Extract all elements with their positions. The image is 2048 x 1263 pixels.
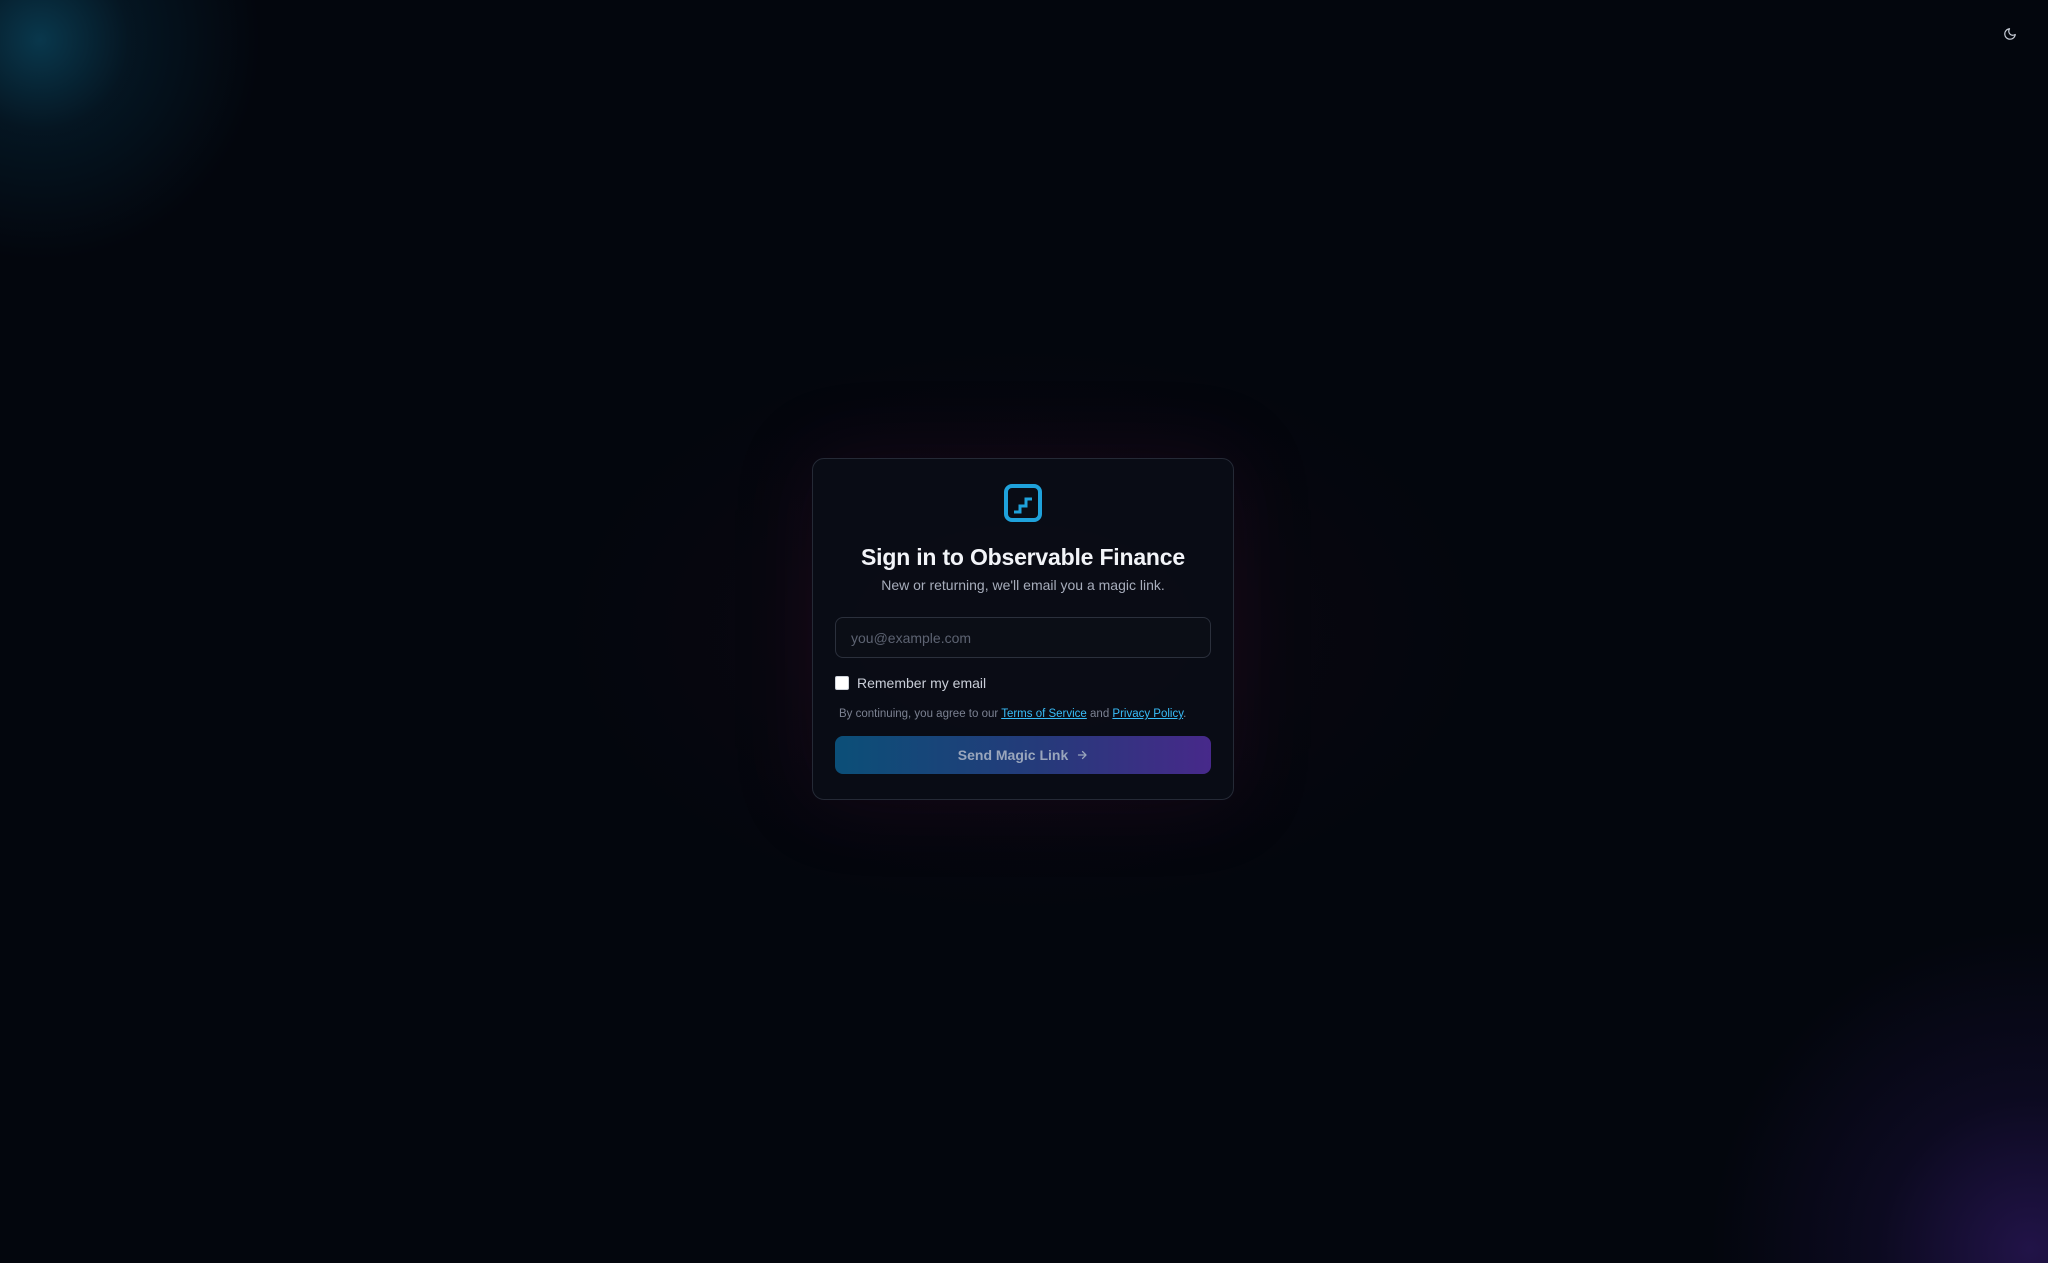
legal-notice: By continuing, you agree to our Terms of…: [835, 707, 1211, 722]
legal-suffix-text: .: [1183, 708, 1187, 720]
login-page: Sign in to Observable Finance New or ret…: [0, 0, 2048, 1263]
remember-email-label[interactable]: Remember my email: [857, 675, 986, 691]
send-magic-link-button[interactable]: Send Magic Link: [835, 736, 1211, 774]
send-magic-link-label: Send Magic Link: [957, 747, 1069, 763]
sign-in-card: Sign in to Observable Finance New or ret…: [812, 458, 1234, 800]
legal-prefix-text: By continuing, you agree to our: [839, 708, 1002, 720]
theme-toggle-button[interactable]: [1998, 22, 2022, 46]
email-input[interactable]: [835, 617, 1211, 658]
remember-email-row: Remember my email: [835, 675, 1211, 691]
arrow-right-icon: [1078, 750, 1087, 760]
remember-email-checkbox[interactable]: [835, 676, 849, 690]
stairs-chart-icon: [1004, 484, 1042, 522]
legal-and-text: and: [1086, 708, 1113, 720]
privacy-policy-link[interactable]: Privacy Policy: [1112, 708, 1183, 720]
page-title: Sign in to Observable Finance: [861, 544, 1185, 570]
page-subtitle: New or returning, we'll email you a magi…: [881, 577, 1165, 593]
terms-of-service-link[interactable]: Terms of Service: [1001, 708, 1087, 720]
moon-icon: [2004, 28, 2016, 40]
